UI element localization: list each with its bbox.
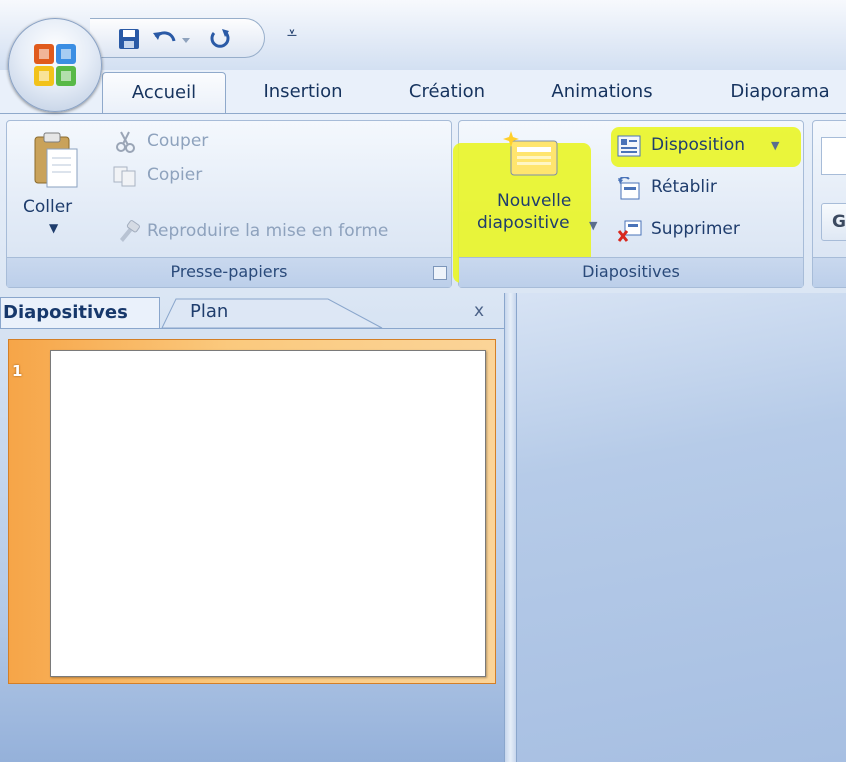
tab-diaporama[interactable]: Diaporama	[718, 72, 842, 114]
new-slide-dropdown-icon: ▼	[589, 219, 598, 232]
scissors-icon	[116, 131, 135, 153]
plan-tab-shape[interactable]	[150, 297, 390, 329]
undo-icon[interactable]	[150, 25, 194, 53]
partial-button-label: G	[832, 212, 846, 232]
cut-label: Couper	[147, 131, 209, 151]
reset-button[interactable]: Rétablir	[611, 173, 801, 205]
ribbon: Coller ▼ Couper Copier Reproduire la mis…	[0, 113, 846, 293]
layout-icon	[617, 135, 641, 157]
new-slide-button[interactable]: Nouvelle diapositive ▼	[463, 123, 603, 253]
pane-tab-divider	[0, 328, 505, 329]
clipboard-launcher-icon[interactable]	[433, 266, 447, 280]
tab-plan[interactable]: Plan	[190, 297, 250, 329]
clipboard-group-label: Presse-papiers	[7, 257, 451, 287]
format-painter-button[interactable]: Reproduire la mise en forme	[109, 217, 449, 247]
tab-accueil[interactable]: Accueil	[102, 72, 226, 114]
delete-label: Supprimer	[651, 219, 740, 239]
save-icon[interactable]	[114, 25, 144, 53]
ribbon-tabs: Accueil Insertion Création Animations Di…	[0, 70, 846, 114]
partial-button[interactable]: G	[821, 203, 846, 241]
paste-dropdown-icon: ▼	[49, 221, 59, 235]
quick-access-toolbar	[90, 18, 265, 58]
copy-icon	[113, 166, 136, 187]
slide-number: 1	[12, 362, 23, 380]
qat-dropdown-icon[interactable]: ⩡	[282, 20, 302, 50]
paste-icon	[34, 132, 78, 188]
copy-button[interactable]: Copier	[109, 161, 309, 191]
reset-icon	[618, 177, 640, 200]
slides-pane: Diapositives Plan x 1	[0, 293, 505, 762]
slides-group: Nouvelle diapositive ▼ Disposition ▼ Rét…	[453, 120, 804, 288]
new-slide-label-line1: Nouvelle	[497, 191, 572, 211]
reset-label: Rétablir	[651, 177, 717, 197]
tab-insertion[interactable]: Insertion	[238, 72, 368, 114]
slide-editing-area[interactable]	[517, 293, 846, 762]
font-box-partial[interactable]	[821, 137, 846, 175]
tab-creation[interactable]: Création	[392, 72, 502, 114]
office-button[interactable]	[8, 18, 102, 112]
pane-splitter[interactable]	[505, 293, 517, 762]
layout-button[interactable]: Disposition ▼	[611, 131, 801, 163]
delete-button[interactable]: Supprimer	[611, 215, 801, 247]
redo-icon[interactable]	[205, 25, 235, 53]
paste-label: Coller	[23, 197, 73, 217]
tab-animations[interactable]: Animations	[540, 72, 664, 114]
format-painter-icon	[120, 220, 140, 242]
office-button-icon	[34, 44, 76, 86]
new-slide-icon	[503, 131, 558, 176]
format-painter-label: Reproduire la mise en forme	[147, 221, 389, 241]
slides-pane-tabs: Diapositives Plan x	[0, 293, 505, 329]
layout-dropdown-icon: ▼	[771, 139, 780, 152]
close-icon[interactable]: x	[469, 301, 489, 321]
slide-thumbnail[interactable]	[50, 350, 486, 677]
slides-group-label: Diapositives	[459, 257, 803, 287]
delete-icon	[617, 220, 642, 242]
copy-label: Copier	[147, 165, 203, 185]
partial-group-label	[813, 257, 846, 287]
font-group-partial: G	[812, 120, 846, 288]
new-slide-label-line2: diapositive	[477, 213, 570, 233]
clipboard-group: Coller ▼ Couper Copier Reproduire la mis…	[6, 120, 452, 288]
tab-diapositives[interactable]: Diapositives	[0, 297, 160, 329]
layout-label: Disposition	[651, 135, 746, 155]
paste-button[interactable]: Coller ▼	[11, 125, 101, 251]
cut-button[interactable]: Couper	[109, 127, 309, 157]
